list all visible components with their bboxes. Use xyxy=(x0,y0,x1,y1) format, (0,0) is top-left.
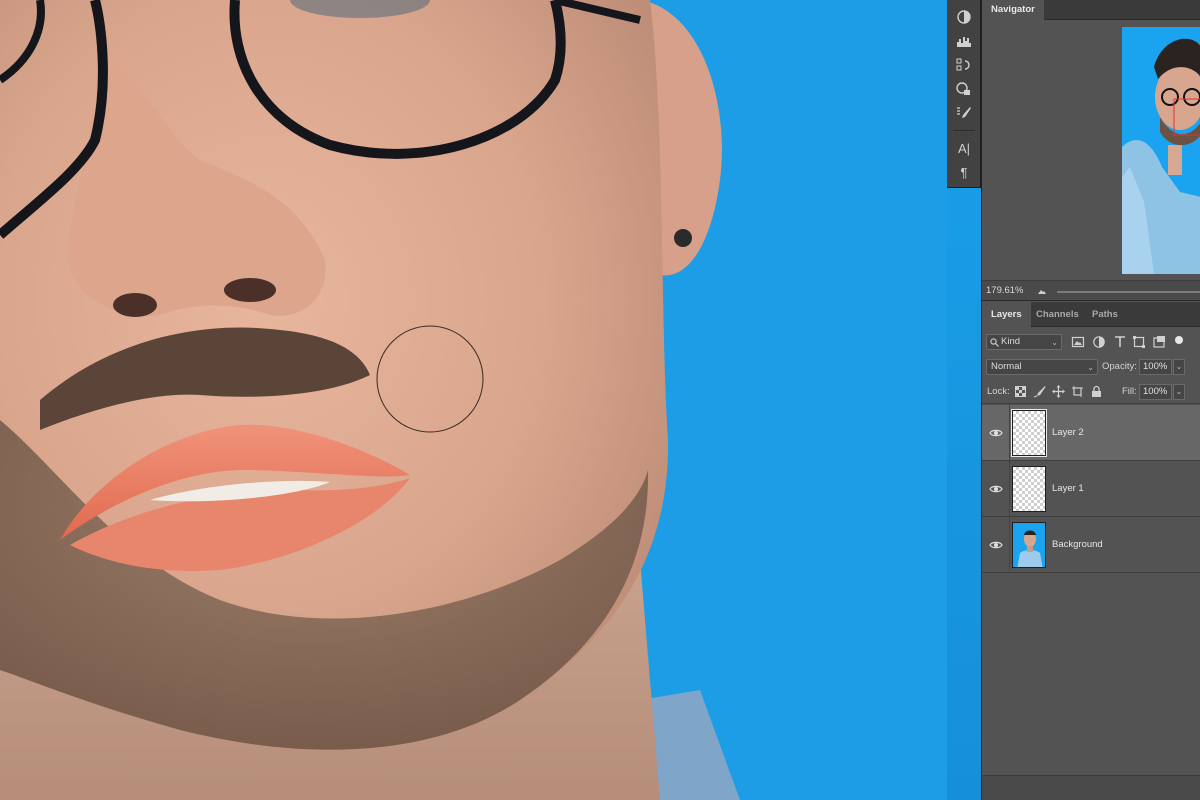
character-icon[interactable]: A| xyxy=(947,137,981,159)
navigator-panel xyxy=(982,20,1200,280)
lock-row: Lock: Fill: 100% ⌄ xyxy=(982,380,1200,404)
histogram-icon[interactable] xyxy=(947,30,981,52)
zoom-value[interactable]: 179.61% xyxy=(986,285,1024,296)
lock-image-pixels-brush-icon[interactable] xyxy=(1033,385,1046,398)
lock-label: Lock: xyxy=(987,386,1010,397)
layer-name[interactable]: Layer 2 xyxy=(1052,427,1084,438)
filter-toggle-icon[interactable] xyxy=(1173,335,1187,349)
eye-icon[interactable] xyxy=(989,482,1003,496)
navigator-preview[interactable] xyxy=(1122,27,1200,274)
paragraph-icon[interactable]: ¶ xyxy=(947,161,981,183)
visibility-column xyxy=(982,461,1010,517)
filter-smart-object-icon[interactable] xyxy=(1152,335,1166,349)
filter-type-layer-icon[interactable] xyxy=(1113,335,1127,349)
opacity-chevron-icon[interactable]: ⌄ xyxy=(1173,359,1185,375)
zoom-slider[interactable] xyxy=(1057,291,1200,293)
search-icon xyxy=(990,338,999,347)
navigator-zoom-row: 179.61% xyxy=(982,280,1200,301)
layer-thumbnail xyxy=(1012,466,1046,512)
photo-face-closeup xyxy=(0,0,947,800)
properties-icon[interactable] xyxy=(947,78,981,100)
tool-divider xyxy=(953,130,975,131)
blend-mode-dropdown[interactable]: Normal ⌄ xyxy=(986,359,1098,375)
visibility-column xyxy=(982,405,1010,461)
layer-name[interactable]: Layer 1 xyxy=(1052,483,1084,494)
fill-input[interactable]: 100% xyxy=(1139,384,1172,400)
lock-artboard-icon[interactable] xyxy=(1071,385,1084,398)
visibility-column xyxy=(982,517,1010,573)
background-thumbnail-image xyxy=(1013,523,1045,567)
tab-channels[interactable]: Channels xyxy=(1027,302,1088,327)
paragraph-glyph: ¶ xyxy=(960,164,968,180)
navigator-preview-image xyxy=(1122,27,1200,274)
layer-filter-row: Kind ⌄ xyxy=(982,328,1200,356)
navigator-tabbar: Navigator xyxy=(982,0,1200,20)
eye-icon[interactable] xyxy=(989,538,1003,552)
lock-transparent-pixels-icon[interactable] xyxy=(1014,385,1027,398)
layer-row-layer-1[interactable]: Layer 1 xyxy=(982,461,1200,517)
layer-thumbnail xyxy=(1011,409,1047,457)
layers-tabbar: Layers Channels Paths xyxy=(982,302,1200,327)
right-panel-dock: Navigator 179.61% Layers Channels Paths … xyxy=(981,0,1200,800)
filter-shape-layer-icon[interactable] xyxy=(1132,335,1146,349)
panel-icon-strip: A| ¶ xyxy=(947,0,981,188)
layer-name[interactable]: Background xyxy=(1052,539,1103,550)
layers-panel-footer xyxy=(982,775,1200,800)
blend-row: Normal ⌄ Opacity: 100% ⌄ xyxy=(982,356,1200,380)
filter-adjustment-layer-icon[interactable] xyxy=(1092,335,1106,349)
layers-list: Layer 2 Layer 1 Background xyxy=(982,405,1200,775)
fill-chevron-icon[interactable]: ⌄ xyxy=(1173,384,1185,400)
character-glyph: A| xyxy=(957,140,971,156)
filter-kind-dropdown[interactable]: Kind ⌄ xyxy=(986,334,1062,350)
fill-label: Fill: xyxy=(1122,386,1137,397)
filter-pixel-layer-icon[interactable] xyxy=(1071,335,1085,349)
chevron-down-icon: ⌄ xyxy=(1051,338,1058,347)
eye-icon[interactable] xyxy=(989,426,1003,440)
tab-paths[interactable]: Paths xyxy=(1083,302,1127,327)
brush-settings-icon[interactable] xyxy=(947,102,981,124)
chevron-down-icon: ⌄ xyxy=(1087,363,1094,372)
filter-kind-label: Kind xyxy=(1001,336,1021,347)
layer-thumbnail-background xyxy=(1012,522,1046,568)
opacity-label: Opacity: xyxy=(1102,361,1137,372)
adjustments-icon[interactable] xyxy=(947,6,981,28)
lock-position-move-icon[interactable] xyxy=(1052,385,1065,398)
layer-row-background[interactable]: Background xyxy=(982,517,1200,573)
blend-mode-label: Normal xyxy=(991,361,1022,372)
tab-navigator[interactable]: Navigator xyxy=(982,0,1044,20)
history-icon[interactable] xyxy=(947,54,981,76)
document-canvas[interactable] xyxy=(0,0,947,800)
lock-all-icon[interactable] xyxy=(1090,385,1103,398)
tab-layers[interactable]: Layers xyxy=(982,302,1031,327)
zoom-out-mountain-icon[interactable] xyxy=(1037,286,1047,296)
layer-row-layer-2[interactable]: Layer 2 xyxy=(982,405,1200,461)
opacity-input[interactable]: 100% xyxy=(1139,359,1172,375)
